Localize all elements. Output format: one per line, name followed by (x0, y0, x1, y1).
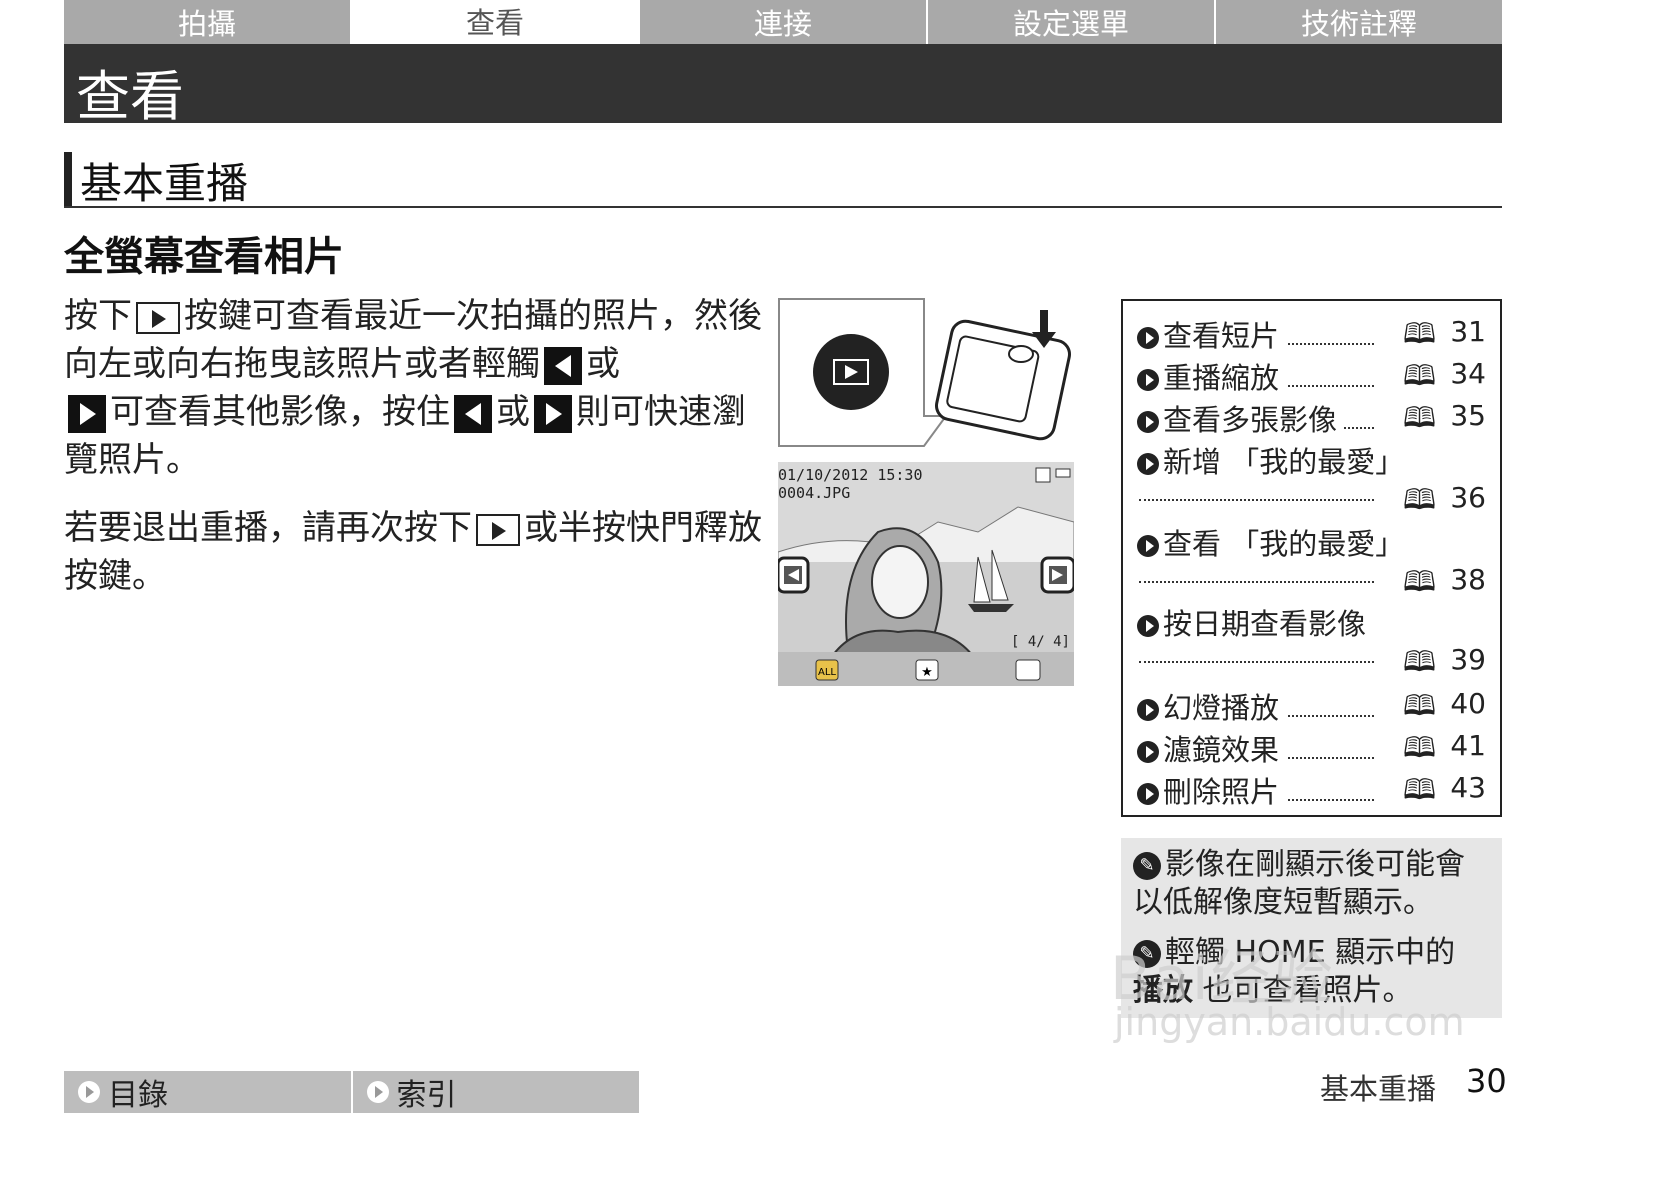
ref-page: 38 (1450, 563, 1486, 596)
book-icon: 🕮 (1402, 401, 1436, 434)
ref-page: 31 (1450, 315, 1486, 348)
book-icon: 🕮 (1402, 317, 1436, 350)
book-icon: 🕮 (1402, 483, 1436, 516)
arrow-icon (1137, 783, 1159, 805)
text: 或 (586, 344, 620, 384)
book-icon: 🕮 (1402, 689, 1436, 722)
footer-section-title: 基本重播 (1320, 1072, 1437, 1106)
ref-label: 按日期查看影像 (1163, 607, 1367, 641)
arrow-icon (1137, 369, 1159, 391)
arrow-icon (1137, 535, 1159, 557)
left-arrow-icon (454, 394, 492, 433)
note-1: ✎ 影像在剛顯示後可能會以低解像度短暫顯示。 (1133, 846, 1492, 922)
contents-button[interactable]: 目錄 (64, 1071, 353, 1113)
camera-icon (935, 310, 1071, 441)
section-bar (64, 152, 72, 206)
watermark-url: jingyan.baidu.com (1114, 1000, 1465, 1044)
text: 按下 (64, 296, 132, 336)
ref-item[interactable]: 重播縮放 🕮 34 (1137, 355, 1486, 395)
playback-button-icon (136, 301, 180, 334)
ref-label: 查看短片 (1163, 319, 1280, 353)
arrow-icon (1137, 453, 1159, 475)
ref-label: 新增 「我的最愛」 (1163, 445, 1405, 479)
pencil-icon: ✎ (1133, 851, 1161, 880)
ref-item[interactable]: 查看多張影像 🕮 35 (1137, 397, 1486, 437)
ref-page: 41 (1450, 729, 1486, 762)
bottom-nav: 目錄 索引 (64, 1071, 639, 1113)
text: 可查看其他影像，按住 (110, 392, 450, 432)
arrow-icon (1137, 411, 1159, 433)
camera-illustration (778, 298, 1071, 447)
book-icon: 🕮 (1402, 731, 1436, 764)
reference-box: 查看短片 🕮 31 重播縮放 🕮 34 查看多張影像 🕮 35 新增 「我的最愛… (1121, 299, 1502, 817)
ref-item[interactable]: 查看短片 🕮 31 (1137, 313, 1486, 353)
ref-label: 查看 「我的最愛」 (1163, 527, 1405, 561)
ref-label: 查看多張影像 (1163, 403, 1338, 437)
tab-viewing[interactable]: 查看 (352, 0, 640, 44)
arrow-icon (1137, 327, 1159, 349)
subheading: 全螢幕查看相片 (64, 234, 344, 280)
ref-item[interactable]: 按日期查看影像 🕮 39 (1137, 601, 1486, 681)
paragraph-exit: 若要退出重播，請再次按下 或半按快門釋放按鍵。 (64, 504, 764, 600)
playback-button-icon (476, 513, 520, 546)
right-arrow-icon (534, 394, 572, 433)
index-label: 索引 (396, 1078, 457, 1113)
ref-item[interactable]: 查看 「我的最愛」 🕮 38 (1137, 521, 1486, 601)
page-number: 30 (1466, 1062, 1507, 1100)
index-button[interactable]: 索引 (352, 1071, 639, 1113)
text: 或 (496, 392, 530, 432)
tab-shooting[interactable]: 拍攝 (64, 0, 352, 44)
ref-page: 40 (1450, 687, 1486, 720)
chapter-title: 查看 (76, 65, 184, 128)
section-title: 基本重播 (80, 159, 249, 208)
svg-text:ALL: ALL (818, 667, 836, 678)
top-tabs: 拍攝 查看 連接 設定選單 技術註釋 (64, 0, 1502, 44)
arrow-icon (1137, 615, 1159, 637)
lcd-filename: 0004.JPG (778, 484, 851, 502)
ref-item[interactable]: 新增 「我的最愛」 🕮 36 (1137, 439, 1486, 519)
contents-label: 目錄 (108, 1078, 168, 1113)
tab-connections[interactable]: 連接 (640, 0, 928, 44)
lcd-datetime: 01/10/2012 15:30 (778, 466, 923, 484)
ref-label: 幻燈播放 (1163, 691, 1280, 725)
book-icon: 🕮 (1402, 359, 1436, 392)
tab-setup-menu[interactable]: 設定選單 (928, 0, 1216, 44)
left-arrow-icon (544, 346, 582, 385)
text: 若要退出重播，請再次按下 (64, 508, 472, 548)
tab-technical-notes[interactable]: 技術註釋 (1216, 0, 1502, 44)
arrow-icon (366, 1081, 389, 1103)
book-icon: 🕮 (1402, 773, 1436, 806)
svg-text:★: ★ (921, 665, 933, 680)
lcd-info: 01/10/2012 15:30 0004.JPG (778, 466, 923, 502)
right-arrow-icon (68, 394, 106, 433)
ref-page: 36 (1450, 481, 1486, 514)
ref-page: 35 (1450, 399, 1486, 432)
book-icon: 🕮 (1402, 645, 1436, 678)
note-text: 影像在剛顯示後可能會以低解像度短暫顯示。 (1133, 847, 1465, 920)
paragraph-intro: 按下 按鍵可查看最近一次拍攝的照片，然後向左或向右拖曳該照片或者輕觸或可查看其他影… (64, 292, 764, 484)
ref-item[interactable]: 幻燈播放 🕮 40 (1137, 685, 1486, 725)
ref-page: 43 (1450, 771, 1486, 804)
lcd-playback-screen: ALL ★ 01/10/2012 15:30 0004.JPG [ 4/ 4] (778, 462, 1074, 686)
section-header: 基本重播 (64, 152, 1502, 208)
ref-label: 濾鏡效果 (1163, 733, 1280, 767)
ref-label: 重播縮放 (1163, 361, 1280, 395)
ref-item[interactable]: 濾鏡效果 🕮 41 (1137, 727, 1486, 767)
ref-label: 刪除照片 (1163, 775, 1280, 809)
ref-page: 34 (1450, 357, 1486, 390)
arrow-icon (78, 1081, 100, 1103)
arrow-icon (1137, 741, 1159, 763)
chapter-header: 查看 (64, 44, 1502, 128)
lcd-counter: [ 4/ 4] (1010, 634, 1070, 650)
ref-page: 39 (1450, 643, 1486, 676)
arrow-icon (1137, 699, 1159, 721)
ref-item[interactable]: 刪除照片 🕮 43 (1137, 769, 1486, 809)
